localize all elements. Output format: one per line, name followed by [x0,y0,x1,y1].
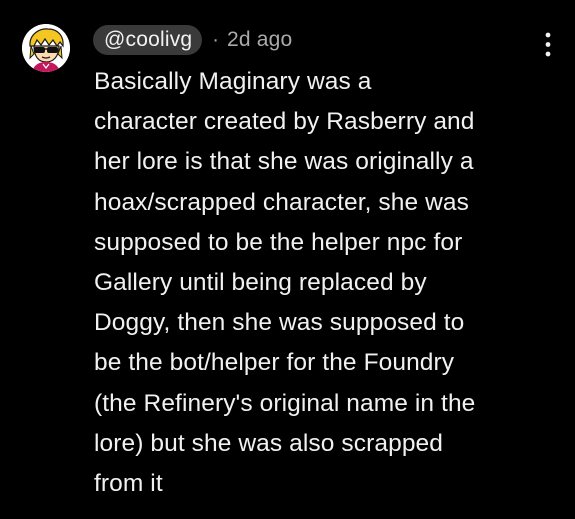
cartoon-character-avatar-icon [22,24,70,72]
comment-body: Basically Maginary was a character creat… [94,62,564,504]
comment-line: her lore is that she was originally a [94,148,474,176]
comment-line: from it [94,470,163,498]
comment-line: (the Refinery's original name in the [94,389,476,417]
separator-dot: · [212,29,219,51]
comment-line: Doggy, then she was supposed to [94,309,465,337]
comment-header: @coolivg · 2d ago [93,24,292,56]
comment-line: be the bot/helper for the Foundry [94,349,455,377]
comment-line: character created by Rasberry and [94,108,475,136]
comment-line: Basically Maginary was a [94,68,372,95]
comment-line: lore) but she was also scrapped [94,429,444,457]
comment-line: supposed to be the helper npc for [94,228,463,256]
more-options-button[interactable] [536,30,560,64]
comment: @coolivg · 2d ago Basically Maginary was… [0,0,575,519]
comment-line: hoax/scrapped character, she was [94,188,469,216]
more-vertical-icon [545,32,551,57]
timestamp: 2d ago [226,28,293,51]
avatar[interactable] [22,24,70,72]
comment-line: Gallery until being replaced by [94,269,427,297]
author-handle[interactable]: @coolivg [93,25,203,55]
